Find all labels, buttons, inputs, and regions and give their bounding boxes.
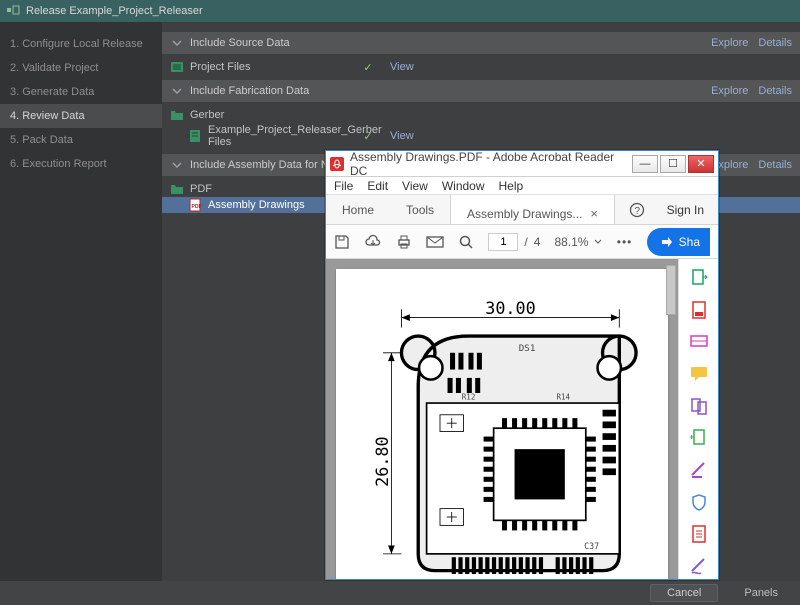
sidebar-item-generate[interactable]: 3. Generate Data [0, 80, 162, 104]
tab-close-icon[interactable]: × [590, 206, 598, 221]
acrobat-right-toolbar [678, 259, 718, 579]
cancel-button[interactable]: Cancel [650, 584, 718, 602]
panels-button[interactable]: Panels [728, 585, 794, 601]
assembly-drawing: 30.00 26.80 [336, 269, 668, 579]
redact-icon[interactable] [689, 461, 709, 479]
acrobat-toolbar: / 4 88.1% ••• Sha [326, 225, 718, 259]
create-pdf-icon[interactable] [689, 301, 709, 319]
release-steps-sidebar: 1. Configure Local Release 2. Validate P… [0, 22, 162, 605]
svg-text:DS1: DS1 [519, 343, 536, 354]
folder-icon [170, 182, 184, 196]
vertical-scrollbar[interactable] [666, 265, 676, 315]
link-view[interactable]: View [390, 130, 414, 142]
acrobat-app-icon [330, 157, 344, 171]
email-icon[interactable] [426, 232, 444, 252]
tree-item-gerber-folder[interactable]: Gerber [162, 107, 800, 123]
link-explore[interactable]: Explore [711, 85, 748, 97]
acrobat-body: 30.00 26.80 [326, 259, 718, 579]
section-include-source[interactable]: Include Source Data Explore Details [162, 32, 800, 54]
menu-help[interactable]: Help [499, 179, 524, 193]
tab-home[interactable]: Home [326, 195, 390, 224]
organize-icon[interactable] [689, 429, 709, 447]
chevron-down-icon [170, 158, 184, 172]
check-icon: ✓ [360, 130, 376, 143]
status-bar: Cancel Panels [0, 581, 800, 605]
tree-item-gerber-file[interactable]: Example_Project_Releaser_Gerber Files ✓ … [162, 123, 800, 149]
release-title-text: Release Example_Project_Releaser [26, 5, 203, 17]
file-pdf-icon: PDF [188, 198, 202, 212]
page-navigator: / 4 [488, 233, 540, 251]
acrobat-tabbar: Home Tools Assembly Drawings... × ? Sign… [326, 195, 718, 225]
link-details[interactable]: Details [758, 159, 792, 171]
pdf-page: 30.00 26.80 [336, 269, 668, 579]
acrobat-titlebar[interactable]: Assembly Drawings.PDF - Adobe Acrobat Re… [326, 151, 718, 177]
section-source-title: Include Source Data [190, 37, 290, 49]
file-gerber-icon [188, 129, 202, 143]
sidebar-item-validate[interactable]: 2. Validate Project [0, 56, 162, 80]
comment-icon[interactable] [689, 365, 709, 383]
sidebar-item-configure[interactable]: 1. Configure Local Release [0, 32, 162, 56]
svg-text:R14: R14 [556, 393, 570, 402]
cloud-icon[interactable] [364, 232, 382, 252]
menu-view[interactable]: View [402, 179, 428, 193]
fill-sign-icon[interactable] [689, 557, 709, 575]
page-total: 4 [534, 235, 541, 249]
tab-document[interactable]: Assembly Drawings... × [450, 195, 615, 224]
tab-tools[interactable]: Tools [390, 195, 450, 224]
window-minimize-button[interactable]: — [632, 155, 658, 173]
sidebar-item-review[interactable]: 4. Review Data [0, 104, 162, 128]
svg-text:26.80: 26.80 [372, 436, 392, 486]
section-include-fabrication[interactable]: Include Fabrication Data Explore Details [162, 80, 800, 102]
release-app-icon [6, 4, 20, 18]
export-pdf-icon[interactable] [689, 269, 709, 287]
svg-text:C37: C37 [584, 541, 599, 551]
sidebar-item-pack[interactable]: 5. Pack Data [0, 128, 162, 152]
page-current-input[interactable] [488, 233, 518, 251]
link-details[interactable]: Details [758, 37, 792, 49]
compress-icon[interactable] [689, 525, 709, 543]
menu-edit[interactable]: Edit [367, 179, 388, 193]
link-view[interactable]: View [390, 61, 414, 73]
share-button[interactable]: Sha [647, 228, 710, 256]
acrobat-window: Assembly Drawings.PDF - Adobe Acrobat Re… [325, 150, 719, 580]
chevron-down-icon [594, 238, 602, 246]
sign-in-link[interactable]: Sign In [653, 195, 718, 224]
svg-text:PDF: PDF [192, 204, 202, 210]
help-icon[interactable]: ? [621, 195, 653, 224]
more-icon[interactable]: ••• [616, 232, 632, 252]
zoom-dropdown[interactable]: 88.1% [554, 235, 602, 249]
edit-pdf-icon[interactable] [689, 333, 709, 351]
chevron-down-icon [170, 84, 184, 98]
print-icon[interactable] [396, 232, 412, 252]
share-icon [659, 235, 673, 249]
svg-text:?: ? [634, 206, 640, 217]
menu-file[interactable]: File [334, 179, 353, 193]
tree-item-project-files[interactable]: Project Files ✓ View [162, 59, 800, 75]
link-explore[interactable]: Explore [711, 37, 748, 49]
sidebar-item-execution[interactable]: 6. Execution Report [0, 152, 162, 176]
release-titlebar: Release Example_Project_Releaser [0, 0, 800, 22]
tree-fabrication: Gerber Example_Project_Releaser_Gerber F… [162, 104, 800, 154]
section-fabrication-title: Include Fabrication Data [190, 85, 309, 97]
combine-icon[interactable] [689, 397, 709, 415]
tree-source: Project Files ✓ View [162, 56, 800, 80]
window-close-button[interactable]: ✕ [688, 155, 714, 173]
save-icon[interactable] [334, 232, 350, 252]
acrobat-title-text: Assembly Drawings.PDF - Adobe Acrobat Re… [350, 150, 630, 178]
svg-text:30.00: 30.00 [485, 298, 535, 318]
search-icon[interactable] [458, 232, 474, 252]
menu-window[interactable]: Window [442, 179, 485, 193]
acrobat-document-area[interactable]: 30.00 26.80 [326, 259, 678, 579]
link-details[interactable]: Details [758, 85, 792, 97]
acrobat-menubar: File Edit View Window Help [326, 177, 718, 195]
svg-text:R12: R12 [462, 393, 476, 402]
protect-icon[interactable] [689, 493, 709, 511]
folder-icon [170, 108, 184, 122]
window-maximize-button[interactable]: ☐ [660, 155, 686, 173]
project-icon [170, 60, 184, 74]
check-icon: ✓ [360, 61, 376, 74]
chevron-down-icon [170, 36, 184, 50]
